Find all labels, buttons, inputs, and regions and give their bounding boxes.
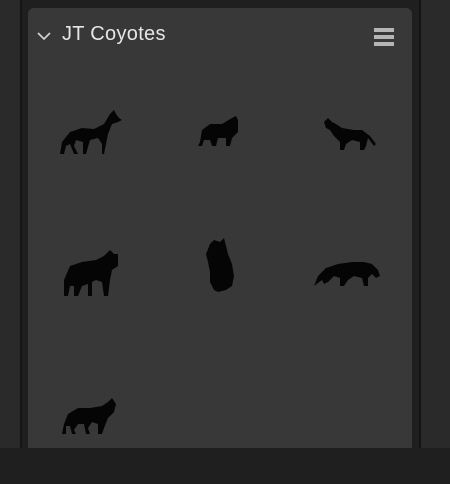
panel-header[interactable]: JT Coyotes xyxy=(28,8,412,64)
grid-item-coyote-4[interactable] xyxy=(28,204,156,344)
chevron-down-icon[interactable] xyxy=(36,28,52,44)
grid-item-coyote-7[interactable] xyxy=(28,344,156,484)
item-grid xyxy=(28,64,412,448)
grid-item-coyote-3[interactable] xyxy=(284,64,412,204)
grid-item-coyote-6[interactable] xyxy=(284,204,412,344)
menu-icon[interactable] xyxy=(372,25,396,49)
coyote-icon xyxy=(206,238,234,292)
grid-item-coyote-5[interactable] xyxy=(156,204,284,344)
coyotes-panel: JT Coyotes xyxy=(28,8,412,448)
grid-item-coyote-1[interactable] xyxy=(28,64,156,204)
coyote-icon xyxy=(60,110,122,154)
grid-item-coyote-2[interactable] xyxy=(156,64,284,204)
right-panel-edge xyxy=(419,0,450,448)
coyote-icon xyxy=(324,118,376,150)
coyote-icon xyxy=(198,116,238,146)
coyote-icon xyxy=(62,398,116,434)
coyote-icon xyxy=(314,262,380,286)
coyote-icon xyxy=(64,250,118,296)
panel-title: JT Coyotes xyxy=(62,23,166,45)
left-panel-edge xyxy=(0,0,22,448)
